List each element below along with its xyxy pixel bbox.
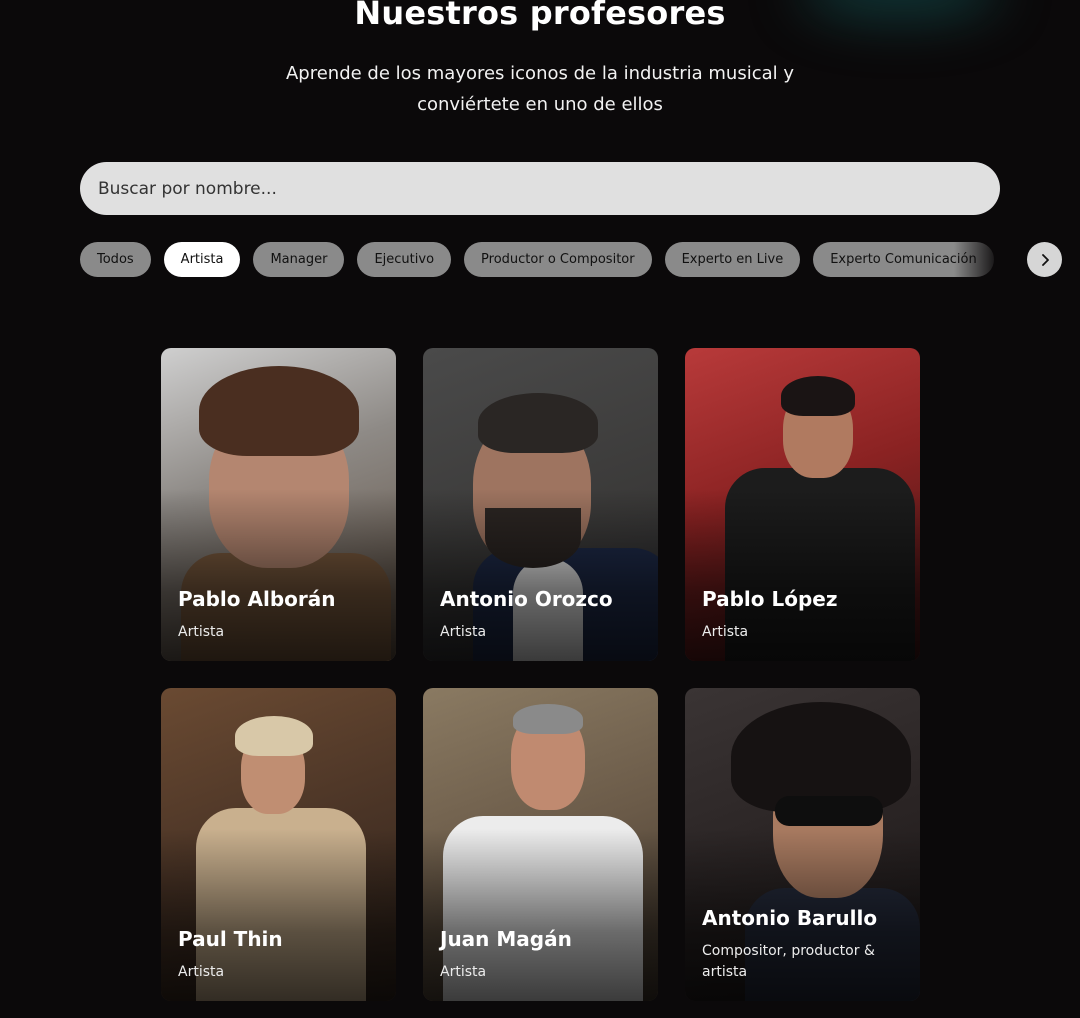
filter-chip-artista[interactable]: Artista: [163, 242, 241, 277]
filter-chip-experto-live[interactable]: Experto en Live: [664, 242, 801, 277]
teacher-role: Artista: [440, 624, 487, 640]
teachers-page: Nuestros profesores Aprende de los mayor…: [0, 0, 1080, 1018]
teacher-card[interactable]: Antonio Barullo Compositor, productor & …: [685, 688, 920, 1001]
teacher-card[interactable]: Pablo López Artista: [685, 348, 920, 661]
chevron-right-icon: [1041, 253, 1049, 266]
search-input[interactable]: [80, 162, 1000, 215]
teacher-name: Pablo López: [702, 587, 838, 611]
page-title: Nuestros profesores: [354, 0, 726, 32]
teacher-name: Pablo Alborán: [178, 587, 336, 611]
teachers-grid: Pablo Alborán Artista Antonio Orozco Art…: [161, 348, 920, 1001]
filter-chip-manager[interactable]: Manager: [253, 242, 345, 277]
teacher-card[interactable]: Paul Thin Artista: [161, 688, 396, 1001]
filter-chip-ejecutivo[interactable]: Ejecutivo: [357, 242, 452, 277]
teacher-name: Juan Magán: [440, 927, 572, 951]
teacher-role: Artista: [178, 964, 225, 980]
teacher-role: Artista: [178, 624, 225, 640]
teacher-role: Compositor, productor & artista: [702, 943, 875, 980]
teacher-role: Artista: [702, 624, 749, 640]
filter-chips: Todos Artista Manager Ejecutivo Producto…: [80, 242, 1000, 278]
filter-chip-todos[interactable]: Todos: [80, 242, 151, 277]
teacher-name: Antonio Orozco: [440, 587, 613, 611]
teacher-card[interactable]: Antonio Orozco Artista: [423, 348, 658, 661]
teacher-role: Artista: [440, 964, 487, 980]
filters-next-button[interactable]: [1027, 242, 1062, 277]
filters-fade-overlay: [954, 242, 1000, 278]
teacher-name: Antonio Barullo: [702, 906, 878, 930]
teacher-card[interactable]: Pablo Alborán Artista: [161, 348, 396, 661]
teacher-card[interactable]: Juan Magán Artista: [423, 688, 658, 1001]
teacher-name: Paul Thin: [178, 927, 283, 951]
page-subtitle: Aprende de los mayores iconos de la indu…: [285, 63, 795, 115]
filter-chip-productor-compositor[interactable]: Productor o Compositor: [464, 242, 652, 277]
